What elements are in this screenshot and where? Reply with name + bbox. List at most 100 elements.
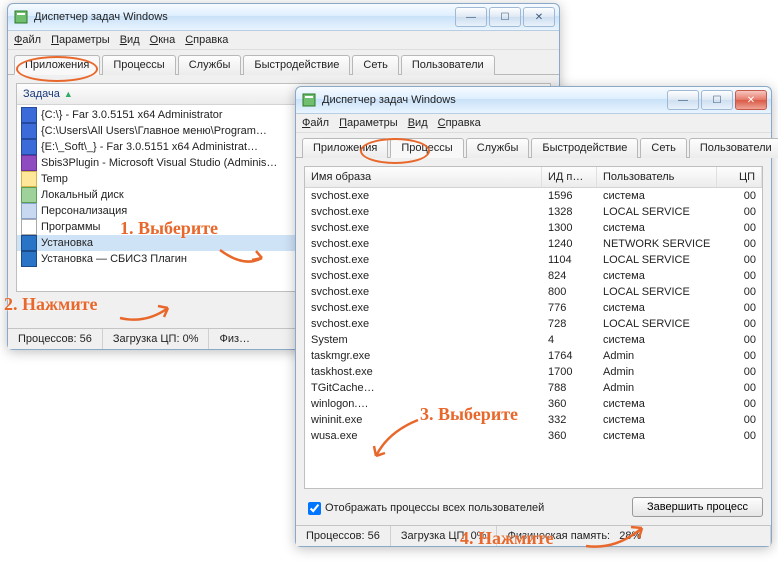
process-row[interactable]: svchost.exe1104LOCAL SERVICE00	[305, 252, 762, 268]
col-pid[interactable]: ИД п…	[542, 167, 597, 187]
cell-pid: 1300	[542, 221, 597, 235]
far-icon	[21, 123, 37, 139]
task-label: Персонализация	[41, 205, 127, 217]
close-button[interactable]: ✕	[523, 7, 555, 27]
show-all-users-checkbox[interactable]: Отображать процессы всех пользователей	[304, 496, 548, 515]
end-process-button[interactable]: Завершить процесс	[632, 497, 763, 517]
maximize-button[interactable]: ☐	[489, 7, 521, 27]
process-row[interactable]: svchost.exe776система00	[305, 300, 762, 316]
cell-user: система	[597, 189, 717, 203]
cell-cpu: 00	[717, 349, 762, 363]
status-bar: Процессов: 56 Загрузка ЦП: 0% Физическая…	[296, 525, 771, 546]
cell-cpu: 00	[717, 253, 762, 267]
process-row[interactable]: svchost.exe800LOCAL SERVICE00	[305, 284, 762, 300]
cell-cpu: 00	[717, 205, 762, 219]
cell-cpu: 00	[717, 397, 762, 411]
process-row[interactable]: svchost.exe728LOCAL SERVICE00	[305, 316, 762, 332]
cell-pid: 360	[542, 397, 597, 411]
minimize-button[interactable]: —	[667, 90, 699, 110]
disk-icon	[21, 187, 37, 203]
menu-options[interactable]: Параметры	[339, 117, 398, 129]
close-button[interactable]: ✕	[735, 90, 767, 110]
tab-processes[interactable]: Процессы	[390, 138, 463, 158]
titlebar[interactable]: Диспетчер задач Windows — ☐ ✕	[296, 87, 771, 114]
cell-user: система	[597, 269, 717, 283]
process-row[interactable]: TGitCache…788Admin00	[305, 380, 762, 396]
cell-name: svchost.exe	[305, 189, 542, 203]
process-columns[interactable]: Имя образа ИД п… Пользователь ЦП	[305, 167, 762, 188]
tab-applications[interactable]: Приложения	[14, 55, 100, 75]
process-row[interactable]: winlogon.…360система00	[305, 396, 762, 412]
task-label: {C:\Users\All Users\Главное меню\Program…	[41, 125, 267, 137]
cell-pid: 1764	[542, 349, 597, 363]
cell-name: taskmgr.exe	[305, 349, 542, 363]
task-manager-window-processes: Диспетчер задач Windows — ☐ ✕ Файл Парам…	[295, 86, 772, 547]
tab-applications[interactable]: Приложения	[302, 138, 388, 158]
process-row[interactable]: svchost.exe1240NETWORK SERVICE00	[305, 236, 762, 252]
tab-services[interactable]: Службы	[178, 55, 242, 75]
cell-pid: 788	[542, 381, 597, 395]
status-processes: Процессов: 56	[296, 526, 391, 546]
process-panel: Имя образа ИД п… Пользователь ЦП svchost…	[304, 166, 763, 489]
process-row[interactable]: System4система00	[305, 332, 762, 348]
cell-name: taskhost.exe	[305, 365, 542, 379]
titlebar[interactable]: Диспетчер задач Windows — ☐ ✕	[8, 4, 559, 31]
tab-services[interactable]: Службы	[466, 138, 530, 158]
process-row[interactable]: wininit.exe332система00	[305, 412, 762, 428]
cell-cpu: 00	[717, 237, 762, 251]
menu-help[interactable]: Справка	[438, 117, 481, 129]
cell-user: система	[597, 429, 717, 443]
menu-bar: Файл Параметры Вид Окна Справка	[8, 31, 559, 50]
tab-performance[interactable]: Быстродействие	[243, 55, 350, 75]
show-all-users-input[interactable]	[308, 502, 321, 515]
menu-view[interactable]: Вид	[408, 117, 428, 129]
status-cpu: Загрузка ЦП: 0%	[103, 329, 210, 349]
process-list[interactable]: svchost.exe1596система00svchost.exe1328L…	[305, 188, 762, 488]
col-image-name[interactable]: Имя образа	[305, 167, 542, 187]
col-user[interactable]: Пользователь	[597, 167, 717, 187]
inst-icon	[21, 251, 37, 267]
menu-options[interactable]: Параметры	[51, 34, 110, 46]
cell-name: svchost.exe	[305, 253, 542, 267]
task-label: {C:\} - Far 3.0.5151 x64 Administrator	[41, 109, 223, 121]
process-row[interactable]: svchost.exe824система00	[305, 268, 762, 284]
maximize-button[interactable]: ☐	[701, 90, 733, 110]
menu-file[interactable]: Файл	[302, 117, 329, 129]
minimize-button[interactable]: —	[455, 7, 487, 27]
menu-windows[interactable]: Окна	[150, 34, 176, 46]
cell-name: svchost.exe	[305, 285, 542, 299]
process-row[interactable]: svchost.exe1300система00	[305, 220, 762, 236]
menu-help[interactable]: Справка	[185, 34, 228, 46]
tab-networking[interactable]: Сеть	[352, 55, 398, 75]
window-title: Диспетчер задач Windows	[34, 11, 449, 23]
cell-name: svchost.exe	[305, 317, 542, 331]
cell-user: система	[597, 221, 717, 235]
show-all-users-label: Отображать процессы всех пользователей	[325, 502, 544, 514]
cell-cpu: 00	[717, 413, 762, 427]
process-row[interactable]: taskmgr.exe1764Admin00	[305, 348, 762, 364]
process-row[interactable]: taskhost.exe1700Admin00	[305, 364, 762, 380]
tab-bar: Приложения Процессы Службы Быстродействи…	[296, 133, 771, 158]
cell-user: LOCAL SERVICE	[597, 317, 717, 331]
tab-users[interactable]: Пользователи	[401, 55, 495, 75]
status-memory: Физическая память: 28%	[497, 526, 771, 546]
cell-cpu: 00	[717, 221, 762, 235]
col-cpu[interactable]: ЦП	[717, 167, 762, 187]
process-row[interactable]: svchost.exe1328LOCAL SERVICE00	[305, 204, 762, 220]
status-processes: Процессов: 56	[8, 329, 103, 349]
cell-name: svchost.exe	[305, 205, 542, 219]
process-row[interactable]: svchost.exe1596система00	[305, 188, 762, 204]
process-row[interactable]: wusa.exe360система00	[305, 428, 762, 444]
window-title: Диспетчер задач Windows	[322, 94, 661, 106]
menu-file[interactable]: Файл	[14, 34, 41, 46]
cell-cpu: 00	[717, 429, 762, 443]
tab-bar: Приложения Процессы Службы Быстродействи…	[8, 50, 559, 75]
cell-name: svchost.exe	[305, 221, 542, 235]
tab-processes[interactable]: Процессы	[102, 55, 175, 75]
tab-users[interactable]: Пользователи	[689, 138, 778, 158]
menu-view[interactable]: Вид	[120, 34, 140, 46]
task-label: {E:\_Soft\_} - Far 3.0.5151 x64 Administ…	[41, 141, 258, 153]
cell-cpu: 00	[717, 317, 762, 331]
tab-performance[interactable]: Быстродействие	[531, 138, 638, 158]
tab-networking[interactable]: Сеть	[640, 138, 686, 158]
